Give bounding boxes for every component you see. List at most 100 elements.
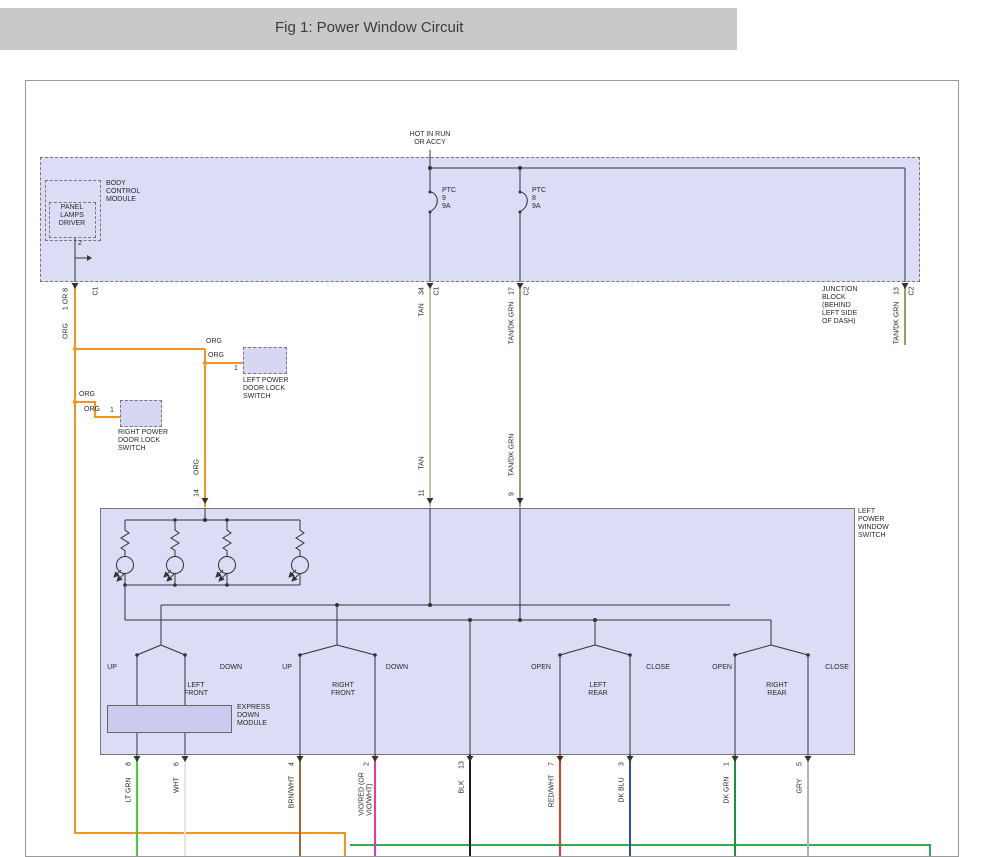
output-wires bbox=[137, 755, 808, 856]
bottom-green-wire bbox=[350, 845, 930, 856]
label-line: SWITCH bbox=[243, 393, 288, 401]
output-color-gry: GRY bbox=[796, 778, 804, 793]
switch-internal-dots bbox=[123, 518, 810, 657]
right-door-lock-label: RIGHT POWER DOOR LOCK SWITCH bbox=[118, 429, 168, 453]
connector-label-c2: C2 bbox=[908, 287, 916, 296]
output-color-brn-wht: BRN/WHT bbox=[288, 776, 296, 809]
output-pin-7: 7 bbox=[548, 762, 556, 766]
action-label-open-rr: OPEN bbox=[712, 664, 732, 672]
connector-label-c1: C1 bbox=[433, 287, 441, 296]
label-line: LEFT SIDE bbox=[822, 310, 857, 318]
pin-label-9: 9 bbox=[508, 492, 516, 496]
hot-feed-label: HOT IN RUN bbox=[410, 131, 451, 139]
label-line: POWER bbox=[858, 516, 889, 524]
action-label-down-lf: DOWN bbox=[220, 664, 242, 672]
label-line: MODULE bbox=[106, 196, 140, 204]
output-pin-2: 2 bbox=[363, 762, 371, 766]
wire-label-org: ORG bbox=[62, 323, 70, 339]
power-window-switch-label: LEFT POWER WINDOW SWITCH bbox=[858, 508, 889, 540]
label-line: REAR bbox=[766, 690, 788, 698]
label-line: RIGHT bbox=[766, 682, 788, 690]
output-pin-6: 6 bbox=[173, 762, 181, 766]
label-line: DRIVER bbox=[59, 220, 85, 228]
label-line: SWITCH bbox=[118, 445, 168, 453]
bcm-output-arrow-icon bbox=[87, 255, 92, 261]
panel-lamps-driver-label: PANEL LAMPS DRIVER bbox=[59, 204, 85, 228]
label-line: LAMPS bbox=[59, 212, 85, 220]
hot-feed-label: OR ACCY bbox=[414, 139, 446, 147]
left-door-lock-label: LEFT POWER DOOR LOCK SWITCH bbox=[243, 377, 288, 401]
illumination-lamps bbox=[114, 520, 309, 585]
org-wire bbox=[75, 283, 345, 856]
group-name-left-front: LEFT FRONT bbox=[184, 682, 208, 698]
output-pin-13: 13 bbox=[458, 761, 466, 769]
label-line: MODULE bbox=[237, 720, 270, 728]
output-color-blk: BLK bbox=[458, 780, 466, 793]
action-label-up-rf: UP bbox=[282, 664, 292, 672]
bcm-pin-label: 2 bbox=[78, 240, 82, 248]
action-label-up-lf: UP bbox=[107, 664, 117, 672]
connector-label-c2: C2 bbox=[523, 287, 531, 296]
group-name-right-rear: RIGHT REAR bbox=[766, 682, 788, 698]
label-line: BLOCK bbox=[822, 294, 857, 302]
pin-label-left-door: 1 bbox=[234, 365, 238, 373]
pin-label-13: 13 bbox=[893, 287, 901, 295]
label-line: PTC bbox=[532, 187, 546, 195]
connector-label-c1: C1 bbox=[92, 287, 100, 296]
ptc8-label: PTC 8 9A bbox=[532, 187, 546, 211]
label-line: DOOR LOCK bbox=[118, 437, 168, 445]
pin-label-34: 34 bbox=[418, 287, 426, 295]
label-line: RIGHT POWER bbox=[118, 429, 168, 437]
wire-label-org: ORG bbox=[79, 391, 95, 399]
output-color-lt-grn: LT GRN bbox=[125, 777, 133, 802]
group-name-left-rear: LEFT REAR bbox=[588, 682, 607, 698]
action-label-open-lr: OPEN bbox=[531, 664, 551, 672]
output-pin-5: 5 bbox=[796, 762, 804, 766]
label-line: PTC bbox=[442, 187, 456, 195]
label-line: 9 bbox=[442, 195, 456, 203]
distribution-wires bbox=[75, 150, 905, 282]
label-line: RIGHT bbox=[331, 682, 355, 690]
action-label-down-rf: DOWN bbox=[386, 664, 408, 672]
wire-label-tan-lower: TAN bbox=[418, 456, 426, 469]
wiring-svg bbox=[0, 0, 982, 856]
wire-label-org: ORG bbox=[208, 352, 224, 360]
output-pin-4: 4 bbox=[288, 762, 296, 766]
bcm-label: BODY CONTROL MODULE bbox=[106, 180, 140, 204]
output-color-wht: WHT bbox=[173, 777, 181, 793]
lamp-icon bbox=[292, 557, 309, 574]
label-line: PANEL bbox=[59, 204, 85, 212]
group-name-right-front: RIGHT FRONT bbox=[331, 682, 355, 698]
output-color-red-wht: RED/WHT bbox=[548, 775, 556, 808]
pin-label-11: 11 bbox=[418, 489, 426, 496]
label-line: REAR bbox=[588, 690, 607, 698]
pin-label-17: 17 bbox=[508, 287, 516, 295]
wire-label-org: ORG bbox=[84, 406, 100, 414]
wire-label-org: ORG bbox=[206, 338, 222, 346]
label-line: FRONT bbox=[331, 690, 355, 698]
distribution-dots bbox=[87, 166, 522, 261]
circuit-label-1or8: 1 OR 8 bbox=[62, 288, 70, 310]
output-color-vio-red: VIO/RED (OR VIO/WHT) bbox=[359, 772, 374, 816]
label-line: BODY bbox=[106, 180, 140, 188]
label-line: CONTROL bbox=[106, 188, 140, 196]
output-pin-1: 1 bbox=[723, 762, 731, 766]
express-down-module-label: EXPRESS DOWN MODULE bbox=[237, 704, 270, 728]
wire-label-tdg-lower: TAN/DK GRN bbox=[508, 434, 516, 477]
label-line: EXPRESS bbox=[237, 704, 270, 712]
label-line: JUNCTION bbox=[822, 286, 857, 294]
action-label-close-lr: CLOSE bbox=[646, 664, 670, 672]
label-line: FRONT bbox=[184, 690, 208, 698]
page: { "header": { "title": "Fig 1: Power Win… bbox=[0, 0, 982, 856]
label-line: SWITCH bbox=[858, 532, 889, 540]
label-line: VIO/RED (OR bbox=[359, 772, 367, 816]
ptc9-label: PTC 9 9A bbox=[442, 187, 456, 211]
label-line: LEFT bbox=[588, 682, 607, 690]
label-line: VIO/WHT) bbox=[366, 772, 374, 816]
lamp-icon bbox=[167, 557, 184, 574]
wire-label-org-sw: ORG bbox=[193, 459, 201, 475]
label-line: 8 bbox=[532, 195, 546, 203]
label-line: WINDOW bbox=[858, 524, 889, 532]
wire-label-tdg-right: TAN/DK GRN bbox=[893, 302, 901, 345]
label-line: OF DASH) bbox=[822, 318, 857, 326]
